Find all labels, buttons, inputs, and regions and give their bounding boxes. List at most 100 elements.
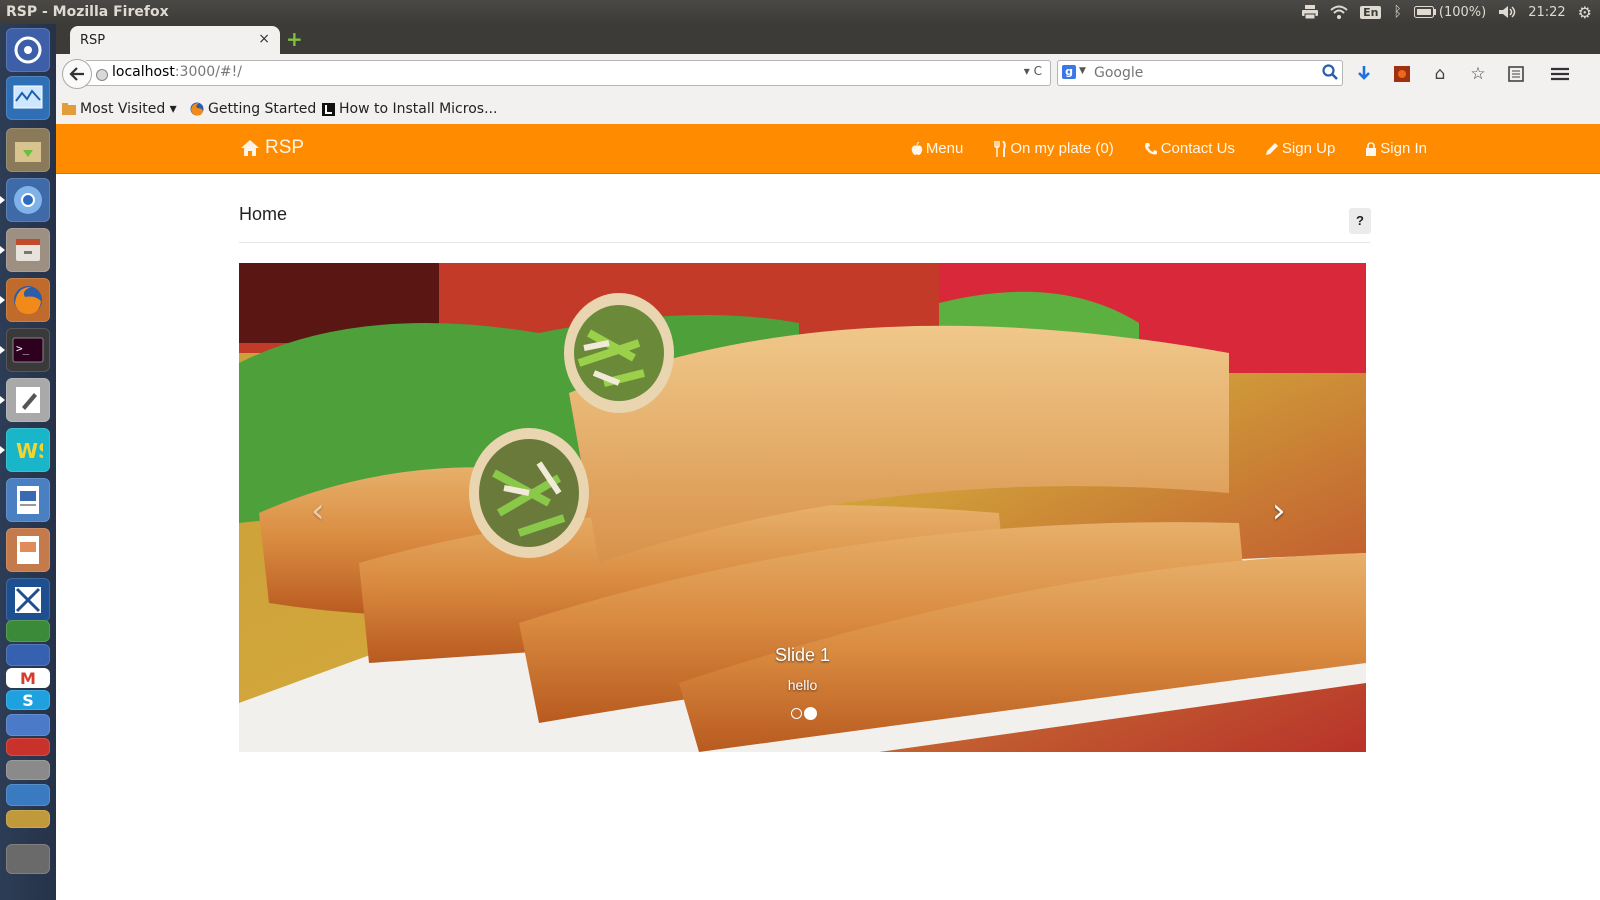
site-nav-links: Menu On my plate (0) Contact Us Sign Up … bbox=[911, 140, 1427, 157]
slide-title: Slide 1 bbox=[774, 645, 831, 665]
text-editor-icon[interactable] bbox=[6, 378, 50, 422]
bookmark-label: Getting Started bbox=[208, 101, 317, 117]
system-monitor-icon[interactable] bbox=[6, 76, 50, 120]
launcher-indicator bbox=[0, 196, 5, 204]
help-button[interactable]: ? bbox=[1349, 208, 1371, 234]
disk-icon[interactable] bbox=[6, 760, 50, 780]
nav-menu[interactable]: Menu bbox=[911, 140, 964, 157]
search-icon[interactable] bbox=[1322, 64, 1338, 84]
terminal-icon[interactable]: >_ bbox=[6, 328, 50, 372]
battery-label: (100%) bbox=[1438, 4, 1487, 20]
system-top-bar: RSP - Mozilla Firefox En ᛒ (100%) 21:22 … bbox=[0, 0, 1600, 24]
files-icon[interactable] bbox=[6, 228, 50, 272]
printer-icon[interactable] bbox=[1302, 5, 1319, 19]
tab-title: RSP bbox=[80, 33, 106, 48]
bookmark-getting-started[interactable]: Getting Started bbox=[190, 101, 316, 117]
volume-icon[interactable] bbox=[1498, 5, 1516, 19]
tab-strip: RSP × + bbox=[56, 24, 1600, 54]
storage-icon[interactable] bbox=[6, 644, 50, 666]
network-icon[interactable] bbox=[6, 784, 50, 806]
url-path: :3000/#!/ bbox=[174, 64, 242, 80]
nav-on-my-plate[interactable]: On my plate (0) bbox=[993, 140, 1114, 157]
launcher-indicator bbox=[0, 246, 5, 254]
skype-icon[interactable]: S bbox=[6, 690, 50, 710]
slide-text: hello bbox=[787, 677, 818, 693]
nav-contact-us[interactable]: Contact Us bbox=[1144, 140, 1235, 157]
url-host: localhost bbox=[112, 64, 175, 80]
clock[interactable]: 21:22 bbox=[1528, 5, 1565, 20]
web-page: RSP Menu On my plate (0) Contact Us Sign… bbox=[56, 124, 1600, 900]
launcher-indicator bbox=[0, 446, 5, 454]
lock-icon bbox=[1366, 141, 1377, 156]
engine-dropdown-icon[interactable]: ▼ bbox=[1079, 66, 1086, 76]
phone-icon bbox=[1144, 142, 1157, 154]
dash-home-icon[interactable] bbox=[6, 28, 50, 72]
search-bar[interactable]: g ▼ bbox=[1057, 60, 1343, 86]
brand-link[interactable]: RSP bbox=[240, 137, 304, 159]
nav-sign-up[interactable]: Sign Up bbox=[1265, 140, 1335, 157]
carousel-next-arrow-icon[interactable]: › bbox=[1272, 491, 1286, 531]
toolbar-icons: ⌂ ☆ bbox=[1354, 64, 1570, 84]
bookmark-label: Most Visited ▾ bbox=[80, 101, 177, 117]
carousel-indicators bbox=[791, 707, 817, 720]
brand-label: RSP bbox=[265, 137, 305, 158]
url-bar[interactable]: localhost:3000/#!/ ▾ C bbox=[86, 60, 1051, 86]
bookmark-star-icon[interactable]: ☆ bbox=[1468, 64, 1488, 84]
app-icon-x[interactable] bbox=[6, 578, 50, 622]
nav-signin-label: Sign In bbox=[1380, 140, 1427, 157]
back-arrow-icon bbox=[69, 67, 84, 81]
calendar-icon[interactable] bbox=[6, 714, 50, 736]
workspace-switcher-icon[interactable] bbox=[6, 810, 50, 828]
url-controls[interactable]: ▾ C bbox=[1024, 64, 1042, 78]
back-button[interactable] bbox=[62, 59, 92, 89]
new-tab-icon[interactable]: + bbox=[286, 29, 303, 49]
document-viewer-icon[interactable] bbox=[6, 478, 50, 522]
webstorm-icon[interactable]: WS bbox=[6, 428, 50, 472]
download-icon[interactable] bbox=[1354, 64, 1374, 84]
firefox-icon[interactable] bbox=[6, 278, 50, 322]
site-navbar: RSP Menu On my plate (0) Contact Us Sign… bbox=[56, 124, 1600, 174]
presentation-icon[interactable] bbox=[6, 528, 50, 572]
tab-rsp[interactable]: RSP × bbox=[70, 26, 280, 54]
battery-indicator[interactable]: (100%) bbox=[1413, 4, 1487, 20]
nav-menu-label: Menu bbox=[925, 140, 964, 157]
battery-icon bbox=[1413, 6, 1436, 18]
bookmarks-toolbar: Most Visited ▾ Getting Started How to In… bbox=[56, 94, 1600, 125]
window-title: RSP - Mozilla Firefox bbox=[6, 4, 169, 20]
carousel-prev-arrow-icon[interactable]: ‹ bbox=[311, 491, 325, 531]
extension-icon[interactable] bbox=[1392, 64, 1412, 84]
cutlery-icon bbox=[994, 140, 1007, 157]
bookmark-label: How to Install Micros... bbox=[339, 101, 498, 117]
bluetooth-icon[interactable]: ᛒ bbox=[1393, 4, 1401, 20]
menu-hamburger-icon[interactable] bbox=[1550, 64, 1570, 84]
close-tab-icon[interactable]: × bbox=[258, 31, 270, 47]
launcher-indicator bbox=[0, 346, 5, 354]
launcher-indicator bbox=[0, 296, 5, 304]
trash-icon[interactable] bbox=[6, 844, 50, 874]
url-text: localhost:3000/#!/ bbox=[112, 64, 242, 80]
apple-icon bbox=[911, 141, 923, 155]
youtube-icon[interactable] bbox=[6, 738, 50, 756]
home-icon[interactable]: ⌂ bbox=[1430, 64, 1450, 84]
folder-icon bbox=[62, 103, 76, 115]
carousel-indicator[interactable] bbox=[791, 708, 802, 719]
spreadsheet-icon[interactable] bbox=[6, 620, 50, 642]
launcher-indicator bbox=[0, 396, 5, 404]
keyboard-layout[interactable]: En bbox=[1360, 5, 1382, 19]
gear-icon[interactable]: ⚙ bbox=[1578, 3, 1592, 22]
bookmark-most-visited[interactable]: Most Visited ▾ bbox=[62, 101, 177, 117]
wifi-icon[interactable] bbox=[1330, 5, 1348, 19]
pencil-icon bbox=[1265, 142, 1278, 155]
l-favicon-icon bbox=[322, 102, 335, 116]
search-input[interactable] bbox=[1092, 63, 1316, 83]
bookmarks-list-icon[interactable] bbox=[1506, 64, 1526, 84]
navigation-toolbar: localhost:3000/#!/ ▾ C g ▼ ⌂ ☆ bbox=[56, 54, 1600, 94]
svg-text:WS: WS bbox=[16, 439, 43, 463]
nav-sign-in[interactable]: Sign In bbox=[1365, 140, 1427, 157]
bookmark-how-to-install[interactable]: How to Install Micros... bbox=[322, 101, 497, 117]
archive-manager-icon[interactable] bbox=[6, 128, 50, 172]
chromium-icon[interactable] bbox=[6, 178, 50, 222]
google-engine-icon[interactable]: g bbox=[1062, 65, 1076, 79]
carousel-indicator-active[interactable] bbox=[804, 707, 817, 720]
gmail-icon[interactable]: M bbox=[6, 668, 50, 688]
